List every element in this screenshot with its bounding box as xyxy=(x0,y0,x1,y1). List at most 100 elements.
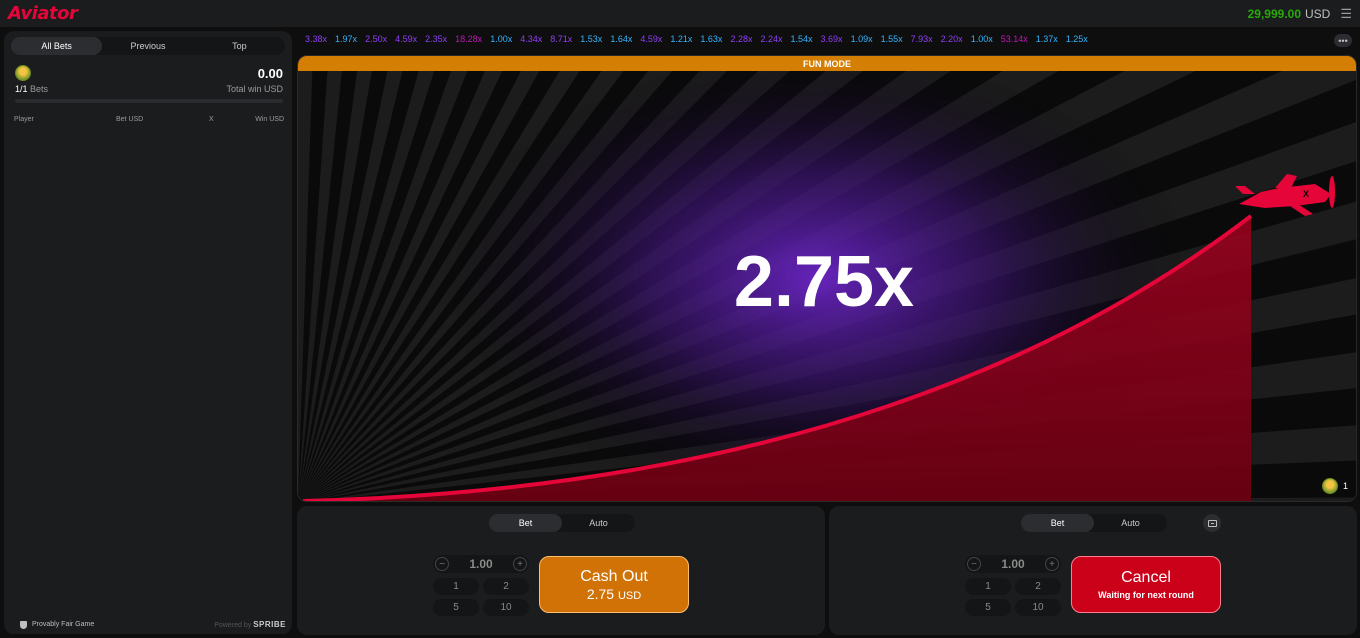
col-x: X xyxy=(209,116,214,123)
balance: 29,999.00 USD ☰ xyxy=(1248,6,1352,22)
minus-icon[interactable]: − xyxy=(435,557,449,571)
cancel-bet-button[interactable]: Cancel Waiting for next round xyxy=(1071,556,1221,613)
history-multiplier[interactable]: 2.28x xyxy=(730,34,752,48)
provably-fair-label: Provably Fair Game xyxy=(32,621,95,628)
cancel-sub-label: Waiting for next round xyxy=(1098,590,1194,600)
powered-by: Powered by SPRIBE xyxy=(214,620,286,629)
aviator-logo[interactable]: Aviator xyxy=(8,3,78,24)
remove-panel-button[interactable] xyxy=(1203,514,1221,532)
bets-sidebar: All Bets Previous Top 1/1 Bets 0.00 Tota… xyxy=(4,31,292,634)
avatar xyxy=(15,65,31,81)
history-multiplier[interactable]: 7.93x xyxy=(911,34,933,48)
history-multiplier[interactable]: 1.25x xyxy=(1066,34,1088,48)
quick-stake-button[interactable]: 5 xyxy=(965,599,1011,616)
game-stage: FUN MODE X 2.75x 1 xyxy=(297,55,1357,502)
total-win-label: Total win USD xyxy=(226,84,283,94)
cancel-label: Cancel xyxy=(1121,569,1171,586)
history-multiplier[interactable]: 1.63x xyxy=(700,34,722,48)
history-multiplier[interactable]: 1.97x xyxy=(335,34,357,48)
cash-out-button[interactable]: Cash Out 2.75 USD xyxy=(539,556,689,613)
quick-stake-button[interactable]: 2 xyxy=(1015,578,1061,595)
stake-input[interactable]: 1.00 xyxy=(469,557,492,571)
top-bar: Aviator 29,999.00 USD ☰ xyxy=(0,0,1360,27)
history-more-button[interactable]: ••• xyxy=(1334,34,1352,47)
history-multiplier[interactable]: 1.00x xyxy=(971,34,993,48)
history-multiplier[interactable]: 4.59x xyxy=(395,34,417,48)
history-multiplier[interactable]: 53.14x xyxy=(1001,34,1028,48)
quick-stake-button[interactable]: 1 xyxy=(433,578,479,595)
col-bet: Bet USD xyxy=(116,116,144,123)
history-multiplier[interactable]: 2.50x xyxy=(365,34,387,48)
history-multiplier[interactable]: 1.64x xyxy=(610,34,632,48)
tab-auto[interactable]: Auto xyxy=(562,514,635,532)
history-multiplier[interactable]: 1.53x xyxy=(580,34,602,48)
stake-stepper: − 1.00 + xyxy=(433,555,529,573)
online-players: 1 xyxy=(1321,477,1348,495)
stake-input[interactable]: 1.00 xyxy=(1001,557,1024,571)
minus-box-icon xyxy=(1207,519,1217,527)
cash-out-value: 2.75 xyxy=(586,585,615,602)
history-multiplier[interactable]: 1.37x xyxy=(1036,34,1058,48)
current-multiplier: 2.75x xyxy=(733,242,915,322)
bets-count: 1/1 Bets xyxy=(15,84,48,94)
quick-stakes: 1 2 5 10 xyxy=(433,578,529,616)
quick-stakes: 1 2 5 10 xyxy=(965,578,1061,616)
history-multiplier[interactable]: 2.35x xyxy=(425,34,447,48)
bet-panel-2: Bet Auto − 1.00 + 1 2 5 10 Cancel Waitin… xyxy=(829,506,1357,635)
balance-currency: USD xyxy=(1305,6,1331,21)
col-win: Win USD xyxy=(255,116,284,123)
fun-mode-banner: FUN MODE xyxy=(298,56,1356,71)
history-multiplier[interactable]: 1.54x xyxy=(791,34,813,48)
history-multiplier[interactable]: 8.71x xyxy=(550,34,572,48)
plus-icon[interactable]: + xyxy=(512,557,527,571)
history-multiplier[interactable]: 1.00x xyxy=(490,34,512,48)
summary-progress-bar xyxy=(15,99,283,103)
bets-count-value: 1/1 xyxy=(15,84,28,94)
history-multiplier[interactable]: 1.55x xyxy=(881,34,903,48)
cash-out-currency: USD xyxy=(617,589,642,602)
tab-top[interactable]: Top xyxy=(194,37,285,55)
avatar xyxy=(1321,478,1338,494)
tab-previous[interactable]: Previous xyxy=(102,37,193,55)
history-multiplier[interactable]: 2.24x xyxy=(760,34,782,48)
bets-count-label: Bets xyxy=(30,84,49,94)
provably-fair-link[interactable]: Provably Fair Game xyxy=(20,620,95,629)
quick-stake-button[interactable]: 5 xyxy=(433,599,479,616)
history-multiplier[interactable]: 1.21x xyxy=(670,34,692,48)
powered-by-label: Powered by xyxy=(214,622,252,629)
history-multiplier[interactable]: 3.38x xyxy=(305,34,327,48)
col-player: Player xyxy=(14,116,34,123)
history-multiplier[interactable]: 1.09x xyxy=(851,34,873,48)
history-multiplier[interactable]: 4.59x xyxy=(640,34,662,48)
quick-stake-button[interactable]: 1 xyxy=(965,578,1011,595)
spribe-logo: SPRIBE xyxy=(253,620,286,629)
history-multiplier[interactable]: 3.69x xyxy=(821,34,843,48)
tab-auto[interactable]: Auto xyxy=(1094,514,1167,532)
minus-icon[interactable]: − xyxy=(967,557,981,571)
hamburger-icon[interactable]: ☰ xyxy=(1340,6,1352,22)
shield-icon xyxy=(20,620,27,629)
tab-bet[interactable]: Bet xyxy=(1021,514,1094,532)
cash-out-label: Cash Out xyxy=(580,567,648,585)
sidebar-footer: Provably Fair Game Powered by SPRIBE xyxy=(20,620,286,629)
stake-stepper: − 1.00 + xyxy=(965,555,1061,573)
bets-tabs: All Bets Previous Top xyxy=(11,37,285,55)
quick-stake-button[interactable]: 10 xyxy=(483,599,529,616)
total-win-amount: 0.00 xyxy=(257,66,283,81)
bet-mode-tabs: Bet Auto xyxy=(489,514,635,532)
quick-stake-button[interactable]: 2 xyxy=(483,578,529,595)
cash-out-amount: 2.75 USD xyxy=(587,586,641,602)
balance-amount: 29,999.00 xyxy=(1247,6,1301,21)
plus-icon[interactable]: + xyxy=(1044,557,1059,571)
history-multiplier[interactable]: 2.20x xyxy=(941,34,963,48)
bet-mode-tabs: Bet Auto xyxy=(1021,514,1167,532)
tab-all-bets[interactable]: All Bets xyxy=(11,37,103,55)
bet-panel-1: Bet Auto − 1.00 + 1 2 5 10 Cash Out 2.75… xyxy=(297,506,825,635)
online-players-count: 1 xyxy=(1342,481,1348,491)
history-multiplier[interactable]: 18.28x xyxy=(455,34,482,48)
quick-stake-button[interactable]: 10 xyxy=(1015,599,1061,616)
tab-bet[interactable]: Bet xyxy=(489,514,562,532)
history-multiplier[interactable]: 4.34x xyxy=(520,34,542,48)
svg-text:X: X xyxy=(1303,189,1309,199)
multiplier-history: 3.38x 1.97x 2.50x 4.59x 2.35x 18.28x 1.00x 4.34… xyxy=(305,34,1325,48)
